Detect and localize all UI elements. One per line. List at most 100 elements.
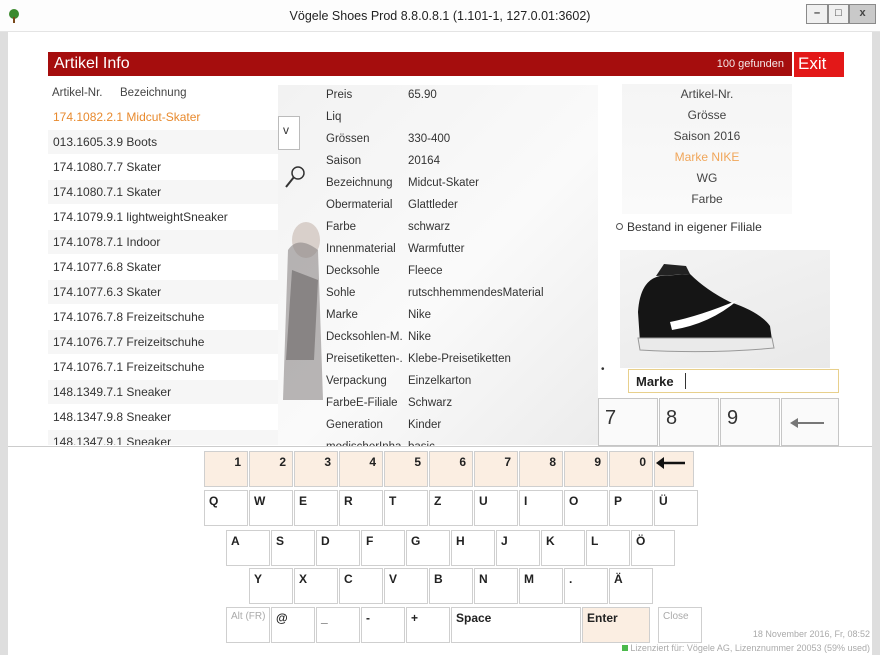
indicator-dot: • bbox=[601, 364, 605, 375]
list-item[interactable]: 148.1347.9.8 Sneaker bbox=[48, 405, 278, 429]
detail-row: FarbeE-Filiale Schwarz bbox=[326, 392, 598, 414]
backspace-key[interactable] bbox=[654, 451, 694, 487]
shoe-image bbox=[637, 264, 775, 353]
minimize-button[interactable]: – bbox=[806, 4, 828, 24]
key-underscore[interactable]: _ bbox=[316, 607, 360, 643]
key-5[interactable]: 5 bbox=[384, 451, 428, 487]
key-1[interactable]: 1 bbox=[204, 451, 248, 487]
detail-row: Saison 20164 bbox=[326, 150, 598, 172]
key-6[interactable]: 6 bbox=[429, 451, 473, 487]
detail-value: Glattleder bbox=[408, 199, 458, 211]
key-g[interactable]: G bbox=[406, 530, 450, 566]
detail-label: Decksohle bbox=[326, 265, 380, 277]
key-d[interactable]: D bbox=[316, 530, 360, 566]
key-ö[interactable]: Ö bbox=[631, 530, 675, 566]
radio-button[interactable] bbox=[616, 223, 623, 230]
key-e[interactable]: E bbox=[294, 490, 338, 526]
key-3[interactable]: 3 bbox=[294, 451, 338, 487]
key-h[interactable]: H bbox=[451, 530, 495, 566]
brand-input-field[interactable]: Marke bbox=[628, 369, 839, 393]
key-v[interactable]: V bbox=[384, 568, 428, 604]
list-item[interactable]: 174.1076.7.1 Freizeitschuhe bbox=[48, 355, 278, 379]
detail-row: Farbe schwarz bbox=[326, 216, 598, 238]
key-a[interactable]: A bbox=[226, 530, 270, 566]
key-n[interactable]: N bbox=[474, 568, 518, 604]
key-2[interactable]: 2 bbox=[249, 451, 293, 487]
maximize-button[interactable]: □ bbox=[828, 4, 849, 24]
detail-row: Preisetiketten-. Klebe-Preisetiketten bbox=[326, 348, 598, 370]
list-item[interactable]: 174.1077.6.8 Skater bbox=[48, 255, 278, 279]
key-y[interactable]: Y bbox=[249, 568, 293, 604]
window-title: Vögele Shoes Prod 8.8.0.8.1 (1.101-1, 12… bbox=[289, 9, 591, 23]
enter-key[interactable]: Enter bbox=[582, 607, 650, 643]
brand-input-label: Marke bbox=[636, 374, 674, 389]
key-t[interactable]: T bbox=[384, 490, 428, 526]
key-l[interactable]: L bbox=[586, 530, 630, 566]
key-j[interactable]: J bbox=[496, 530, 540, 566]
key-at[interactable]: @ bbox=[271, 607, 315, 643]
numpad-backspace-button[interactable] bbox=[781, 398, 839, 446]
key-ä[interactable]: Ä bbox=[609, 568, 653, 604]
stock-option[interactable]: Bestand in eigener Filiale bbox=[616, 220, 762, 234]
list-item[interactable]: 174.1080.7.7 Skater bbox=[48, 155, 278, 179]
key-4[interactable]: 4 bbox=[339, 451, 383, 487]
list-item[interactable]: 013.1605.3.9 Boots bbox=[48, 130, 278, 154]
list-item[interactable]: 174.1080.7.1 Skater bbox=[48, 180, 278, 204]
exit-button[interactable]: Exit bbox=[794, 52, 844, 77]
key-i[interactable]: I bbox=[519, 490, 563, 526]
list-item[interactable]: 174.1076.7.7 Freizeitschuhe bbox=[48, 330, 278, 354]
key-w[interactable]: W bbox=[249, 490, 293, 526]
key-b[interactable]: B bbox=[429, 568, 473, 604]
key-k[interactable]: K bbox=[541, 530, 585, 566]
detail-row: Bezeichnung Midcut-Skater bbox=[326, 172, 598, 194]
search-icon[interactable] bbox=[284, 165, 306, 189]
key-u[interactable]: U bbox=[474, 490, 518, 526]
key-c[interactable]: C bbox=[339, 568, 383, 604]
list-item[interactable]: 148.1347.9.1 Sneaker bbox=[48, 430, 278, 445]
space-key[interactable]: Space bbox=[451, 607, 581, 643]
key-7[interactable]: 7 bbox=[474, 451, 518, 487]
numpad-key-9[interactable]: 9 bbox=[720, 398, 780, 446]
key-9[interactable]: 9 bbox=[564, 451, 608, 487]
alt-key[interactable]: Alt (FR) bbox=[226, 607, 270, 643]
key-o[interactable]: O bbox=[564, 490, 608, 526]
key-period[interactable]: . bbox=[564, 568, 608, 604]
summary-line: Grösse bbox=[687, 108, 727, 122]
key-dash[interactable]: - bbox=[361, 607, 405, 643]
detail-row: Generation Kinder bbox=[326, 414, 598, 436]
list-item[interactable]: 174.1082.2.1 Midcut-Skater bbox=[48, 105, 278, 129]
detail-label: Verpackung bbox=[326, 375, 387, 387]
key-0[interactable]: 0 bbox=[609, 451, 653, 487]
result-count: 100 gefunden bbox=[716, 58, 784, 70]
list-item[interactable]: 174.1076.7.8 Freizeitschuhe bbox=[48, 305, 278, 329]
header-bar: Artikel Info 100 gefunden bbox=[48, 52, 792, 76]
numpad-key-7[interactable]: 7 bbox=[598, 398, 658, 446]
key-8[interactable]: 8 bbox=[519, 451, 563, 487]
close-keyboard-key[interactable]: Close bbox=[658, 607, 702, 643]
list-item[interactable]: 148.1349.7.1 Sneaker bbox=[48, 380, 278, 404]
key-f[interactable]: F bbox=[361, 530, 405, 566]
dropdown-toggle-button[interactable]: v bbox=[278, 116, 300, 150]
key-m[interactable]: M bbox=[519, 568, 563, 604]
list-item[interactable]: 174.1079.9.1 lightweightSneaker bbox=[48, 205, 278, 229]
key-q[interactable]: Q bbox=[204, 490, 248, 526]
key-p[interactable]: P bbox=[609, 490, 653, 526]
detail-label: Preis bbox=[326, 89, 353, 101]
detail-value: Klebe-Preisetiketten bbox=[408, 353, 511, 365]
detail-value: Nike bbox=[408, 331, 432, 343]
key-plus[interactable]: + bbox=[406, 607, 450, 643]
key-x[interactable]: X bbox=[294, 568, 338, 604]
key-r[interactable]: R bbox=[339, 490, 383, 526]
backspace-arrow-icon bbox=[790, 418, 824, 428]
detail-value: basic bbox=[408, 436, 435, 446]
list-item[interactable]: 174.1077.6.3 Skater bbox=[48, 280, 278, 304]
key-z[interactable]: Z bbox=[429, 490, 473, 526]
list-item[interactable]: 174.1078.7.1 Indoor bbox=[48, 230, 278, 254]
key-s[interactable]: S bbox=[271, 530, 315, 566]
article-list[interactable]: 174.1082.2.1 Midcut-Skater 013.1605.3.9 B… bbox=[48, 105, 278, 445]
key-ü[interactable]: Ü bbox=[654, 490, 698, 526]
detail-value: Nike bbox=[408, 309, 432, 321]
close-window-button[interactable]: x bbox=[849, 4, 876, 24]
detail-label: Grössen bbox=[326, 133, 370, 145]
numpad-key-8[interactable]: 8 bbox=[659, 398, 719, 446]
